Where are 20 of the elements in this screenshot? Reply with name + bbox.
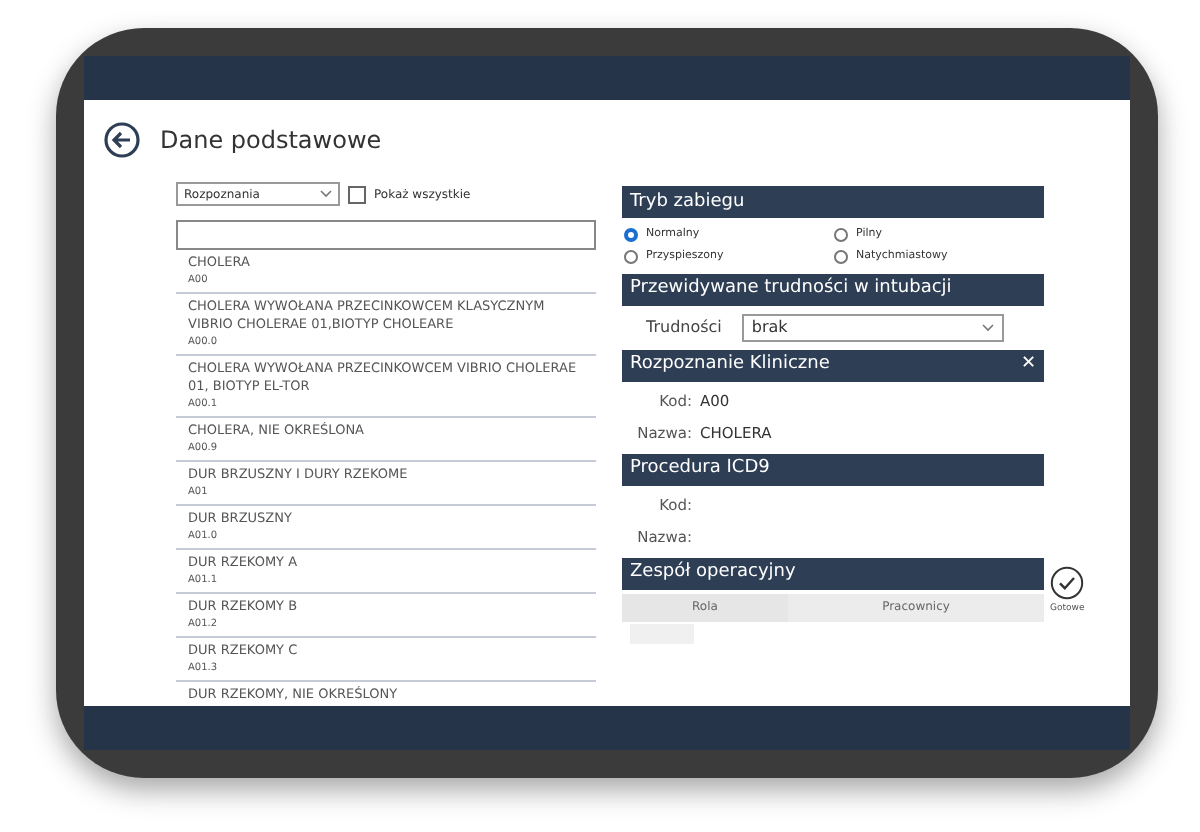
- search-field[interactable]: [176, 220, 596, 250]
- checkmark-icon: [1050, 566, 1085, 600]
- radio-button[interactable]: [624, 249, 638, 264]
- section-title: Tryb zabiegu: [630, 193, 745, 211]
- radio-button[interactable]: [834, 227, 848, 242]
- chevron-down-icon: [320, 190, 332, 198]
- section-title: Procedura ICD9: [630, 460, 770, 478]
- back-icon[interactable]: [104, 122, 140, 158]
- page-title: Dane podstawowe: [160, 124, 382, 158]
- radio-button[interactable]: [624, 227, 638, 242]
- chevron-down-icon: [981, 323, 994, 331]
- section-title: Przewidywane trudności w intubacji: [630, 280, 952, 298]
- field-label: Trudności: [646, 315, 722, 339]
- section-title: Rozpoznanie Kliniczne: [630, 356, 830, 374]
- section-title: Zespół operacyjny: [630, 564, 796, 582]
- show-all-checkbox[interactable]: [348, 185, 366, 203]
- close-button[interactable]: ✕: [1020, 356, 1036, 374]
- difficulty-dropdown[interactable]: brak: [741, 313, 1004, 341]
- table-cell: [630, 623, 694, 643]
- radio-button[interactable]: [834, 249, 848, 264]
